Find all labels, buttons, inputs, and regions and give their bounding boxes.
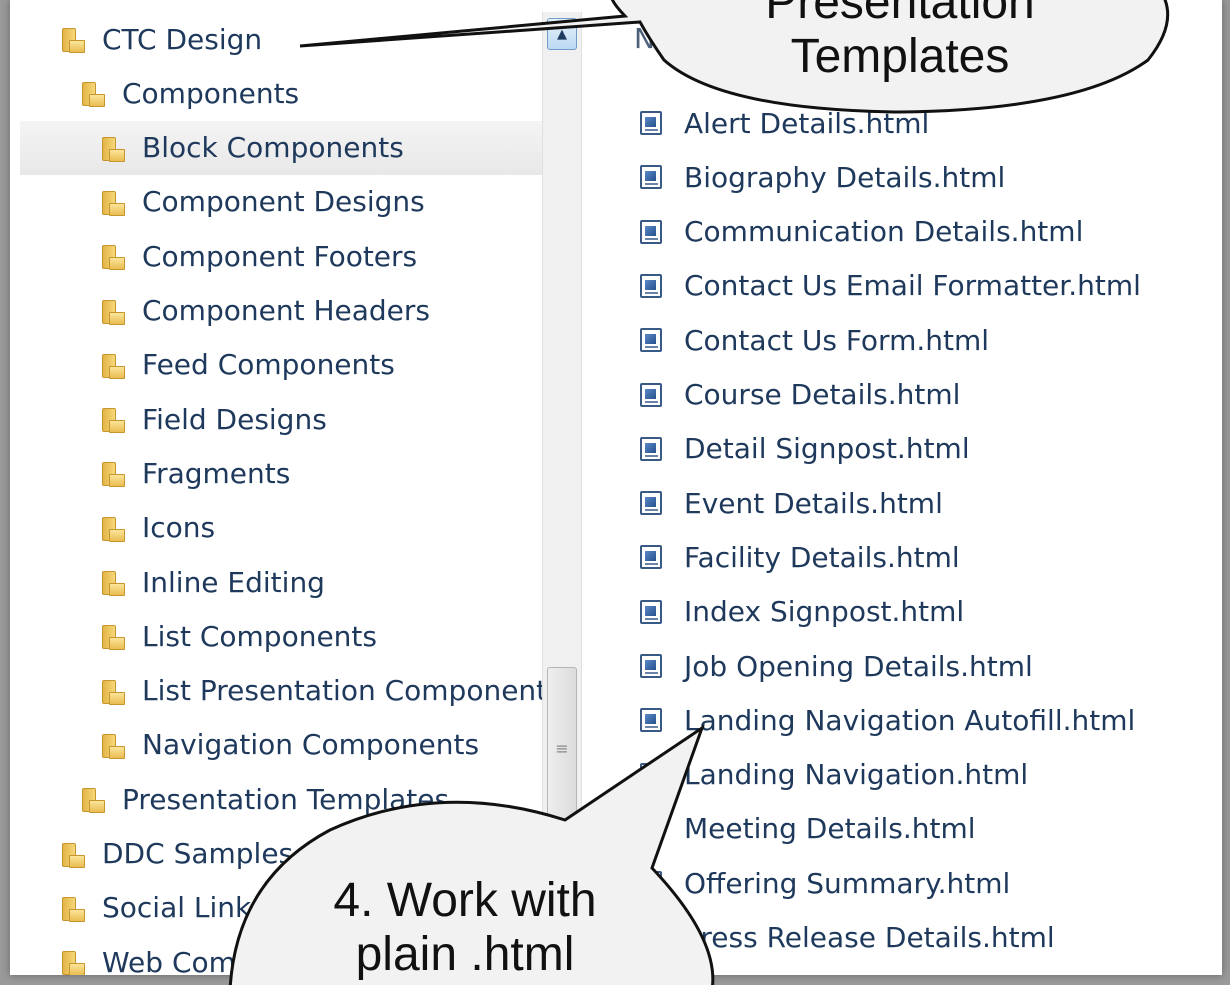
bottom-callout-line-1: 4. Work with [333, 874, 597, 927]
top-callout-line-2: Templates [790, 30, 1010, 83]
callout-overlay [228, 0, 1170, 985]
top-callout-line-1: Presentation [765, 0, 1035, 29]
bottom-callout-line-2: plain .html [355, 928, 575, 981]
top-callout-text: Presentation Templates [640, 0, 1160, 84]
bottom-callout-text: 4. Work with plain .html [240, 874, 690, 982]
